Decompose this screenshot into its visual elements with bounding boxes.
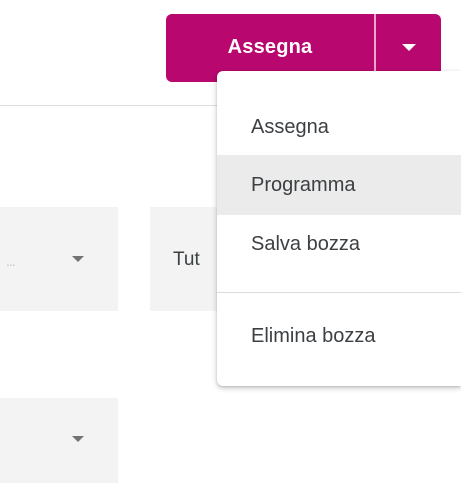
filter-select-1[interactable]: ... bbox=[0, 207, 118, 311]
menu-separator bbox=[217, 292, 461, 293]
menu-item-schedule[interactable]: Programma bbox=[217, 155, 461, 215]
menu-item-label: Programma bbox=[251, 173, 356, 196]
filter-select-2-value: Tut bbox=[173, 249, 200, 270]
chevron-down-icon bbox=[401, 43, 416, 51]
page: Assegna ... Tut Assegna Programma Salva … bbox=[0, 0, 461, 483]
menu-item-save-draft[interactable]: Salva bozza bbox=[217, 214, 461, 274]
assign-options-menu: Assegna Programma Salva bozza Elimina bo… bbox=[217, 71, 461, 386]
menu-item-label: Assegna bbox=[251, 115, 329, 138]
filter-select-3[interactable] bbox=[0, 398, 118, 483]
menu-item-assign[interactable]: Assegna bbox=[217, 97, 461, 157]
menu-item-label: Elimina bozza bbox=[251, 324, 376, 347]
filter-select-1-value: ... bbox=[6, 253, 16, 269]
dropdown-arrow-icon bbox=[72, 256, 84, 262]
menu-item-label: Salva bozza bbox=[251, 232, 360, 255]
dropdown-arrow-icon bbox=[72, 436, 84, 442]
menu-item-delete-draft[interactable]: Elimina bozza bbox=[217, 306, 461, 366]
assign-button-label: Assegna bbox=[227, 35, 313, 58]
header-divider bbox=[0, 105, 222, 106]
